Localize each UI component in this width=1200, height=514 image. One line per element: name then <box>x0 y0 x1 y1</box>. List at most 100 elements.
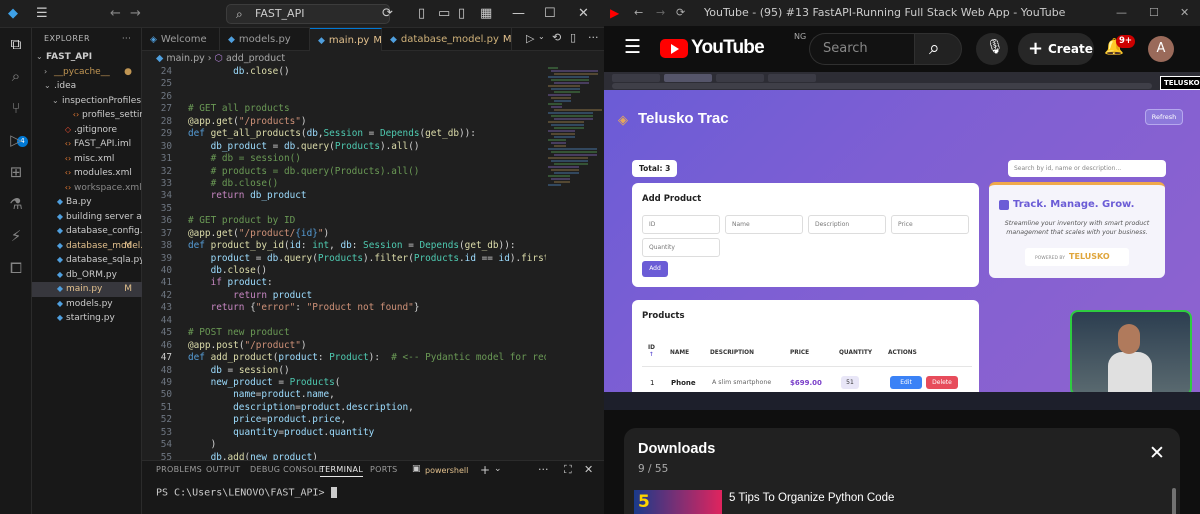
hamburger-menu-icon[interactable]: ☰ <box>624 36 641 58</box>
download-thumbnail[interactable]: 5 <box>634 490 722 514</box>
youtube-search-button[interactable]: ⌕ <box>914 33 962 65</box>
modified-badge: M <box>124 284 132 294</box>
split-editor-icon[interactable]: ▯ <box>570 31 576 44</box>
source-control-icon[interactable]: ⑂ <box>6 98 26 118</box>
line-number: 46 <box>160 339 172 351</box>
yt-maximize-icon[interactable]: ☐ <box>1149 0 1159 26</box>
tree-file[interactable]: ◆ models.py <box>32 297 142 312</box>
extensions-icon[interactable]: ⊞ <box>6 162 26 182</box>
run-debug-icon[interactable]: ▷ <box>6 130 26 150</box>
run-python-icon[interactable]: ▷ <box>526 32 534 45</box>
tree-file[interactable]: ◆ starting.py <box>32 311 142 326</box>
panel-tab[interactable]: OUTPUT <box>206 465 240 474</box>
toggle-sidebar-icon[interactable]: ▯ <box>418 6 425 21</box>
menu-icon[interactable]: ☰ <box>36 6 48 21</box>
tree-file[interactable]: ◆ Ba.py <box>32 195 142 210</box>
tree-file[interactable]: ‹› modules.xml <box>32 166 142 181</box>
copilot-icon[interactable]: ⟳ <box>382 6 393 21</box>
terminal-shell-label[interactable]: powershell <box>425 466 468 475</box>
breadcrumb-file-icon: ◆ <box>156 53 167 64</box>
yt-minimize-icon[interactable]: — <box>1116 0 1127 26</box>
tree-folder[interactable]: ⌄ .idea <box>32 79 142 94</box>
youtube-search-input[interactable]: Search <box>809 33 914 65</box>
tree-file[interactable]: ◆ main.py M <box>32 282 142 297</box>
tree-file[interactable]: ◆ database_model... M <box>32 239 142 254</box>
python-file-icon: ◆ <box>56 197 64 206</box>
youtube-favicon-icon: ▶ <box>610 6 620 20</box>
downloads-scrollbar[interactable] <box>1172 488 1176 514</box>
chevron-down-icon[interactable]: ⌄ <box>538 32 545 41</box>
close-icon[interactable]: ✕ <box>578 6 589 21</box>
tree-file[interactable]: ◆building server and g... <box>32 210 142 225</box>
editor-tab[interactable]: ◈ Welcome <box>142 28 220 51</box>
editor-tab[interactable]: ◆main.pyM ✕ <box>310 28 382 51</box>
terminal-prompt[interactable]: PS C:\Users\LENOVO\FAST_API> <box>156 487 337 499</box>
forward-arrow-icon[interactable]: → <box>130 6 141 21</box>
breadcrumb-symbol[interactable]: add_product <box>226 53 285 64</box>
create-button[interactable]: + Create <box>1018 33 1094 65</box>
editor-tab[interactable]: ◆ models.py <box>220 28 310 51</box>
toggle-panel-icon[interactable]: ▭ <box>438 6 450 21</box>
tree-file[interactable]: ◆database_config.py <box>32 224 142 239</box>
terminal-cursor <box>330 487 337 498</box>
panel-tab[interactable]: TERMINAL <box>320 465 364 477</box>
toggle-secondary-sidebar-icon[interactable]: ▯ <box>458 6 465 21</box>
more-actions-icon[interactable]: ··· <box>122 28 131 50</box>
modified-dot: ● <box>124 66 132 77</box>
new-terminal-icon[interactable]: + <box>480 463 490 477</box>
search-view-icon[interactable]: ⌕ <box>6 66 26 86</box>
line-number: 36 <box>160 215 172 227</box>
line-number: 33 <box>160 177 172 189</box>
customize-layout-icon[interactable]: ▦ <box>480 6 492 21</box>
breadcrumb-file[interactable]: main.py <box>166 53 204 64</box>
tree-item-label: Ba.py <box>66 197 92 207</box>
editor-tab[interactable]: ◆ database_model.py M <box>382 28 512 51</box>
maximize-panel-icon[interactable]: ⛶ <box>564 463 572 477</box>
code-editor[interactable]: 24 db.close() 25 26 27 # GET all products 28 @… <box>142 66 547 460</box>
minimap[interactable] <box>546 66 604 460</box>
copilot-chat-icon[interactable]: ⚡ <box>6 226 26 246</box>
terminal-more-icon[interactable]: ··· <box>538 463 549 476</box>
tree-item-label: __pycache__ <box>54 66 110 77</box>
terminal-dropdown-icon[interactable]: ⌄ <box>494 464 502 474</box>
tree-file[interactable]: ◆ db_ORM.py <box>32 268 142 283</box>
tree-file[interactable]: ‹›profiles_settings.xml <box>32 108 142 123</box>
minimap-line <box>548 67 558 69</box>
open-changes-icon[interactable]: ⟲ <box>552 31 561 44</box>
panel-tab[interactable]: PROBLEMS <box>156 465 202 474</box>
download-item-title[interactable]: 5 Tips To Organize Python Code <box>729 492 894 504</box>
minimize-icon[interactable]: — <box>512 6 525 21</box>
tree-file[interactable]: ◇ .gitignore <box>32 123 142 138</box>
python-file-icon: ◆ <box>390 35 397 45</box>
video-player[interactable]: TELUSKO ◈ Telusko Trac Refresh Total: 3 … <box>604 72 1200 410</box>
editor-more-icon[interactable]: ··· <box>588 31 599 44</box>
tree-file[interactable]: ‹› FAST_API.iml <box>32 137 142 152</box>
video-browser-tab <box>612 74 660 82</box>
command-center-search[interactable]: ⌕ FAST_API <box>226 4 390 24</box>
explorer-icon[interactable]: ⧉ <box>6 34 26 54</box>
tree-folder[interactable]: ⌄ FAST_API <box>32 50 142 65</box>
voice-search-button[interactable]: 🎙 <box>976 33 1008 65</box>
yt-close-icon[interactable]: ✕ <box>1180 0 1189 26</box>
close-panel-icon[interactable]: ✕ <box>584 463 593 476</box>
python-file-icon: ◆ <box>318 36 325 46</box>
tree-file[interactable]: ◆ database_sqla.py <box>32 253 142 268</box>
reload-icon[interactable]: ⟳ <box>676 0 685 26</box>
tree-folder[interactable]: ⌄ inspectionProfiles <box>32 94 142 109</box>
testing-icon[interactable]: ⚗ <box>6 194 26 214</box>
panel-tab[interactable]: PORTS <box>370 465 398 474</box>
row-quantity: 51 <box>841 376 859 389</box>
back-arrow-icon[interactable]: ← <box>110 6 121 21</box>
tree-folder[interactable]: › __pycache__ ● <box>32 65 142 80</box>
close-downloads-icon[interactable]: ✕ <box>1149 442 1165 464</box>
maximize-icon[interactable]: ☐ <box>544 6 556 21</box>
tree-file[interactable]: ‹› workspace.xml <box>32 181 142 196</box>
code-line: 31 # db = session() <box>142 153 547 165</box>
line-number: 24 <box>160 66 172 77</box>
panel-tab[interactable]: DEBUG CONSOLE <box>250 465 324 474</box>
remote-explorer-icon[interactable]: ⧠ <box>6 258 26 278</box>
avatar[interactable]: A <box>1148 36 1174 62</box>
back-icon[interactable]: ← <box>634 0 643 26</box>
tree-file[interactable]: ‹› misc.xml <box>32 152 142 167</box>
forward-icon[interactable]: → <box>656 0 665 26</box>
